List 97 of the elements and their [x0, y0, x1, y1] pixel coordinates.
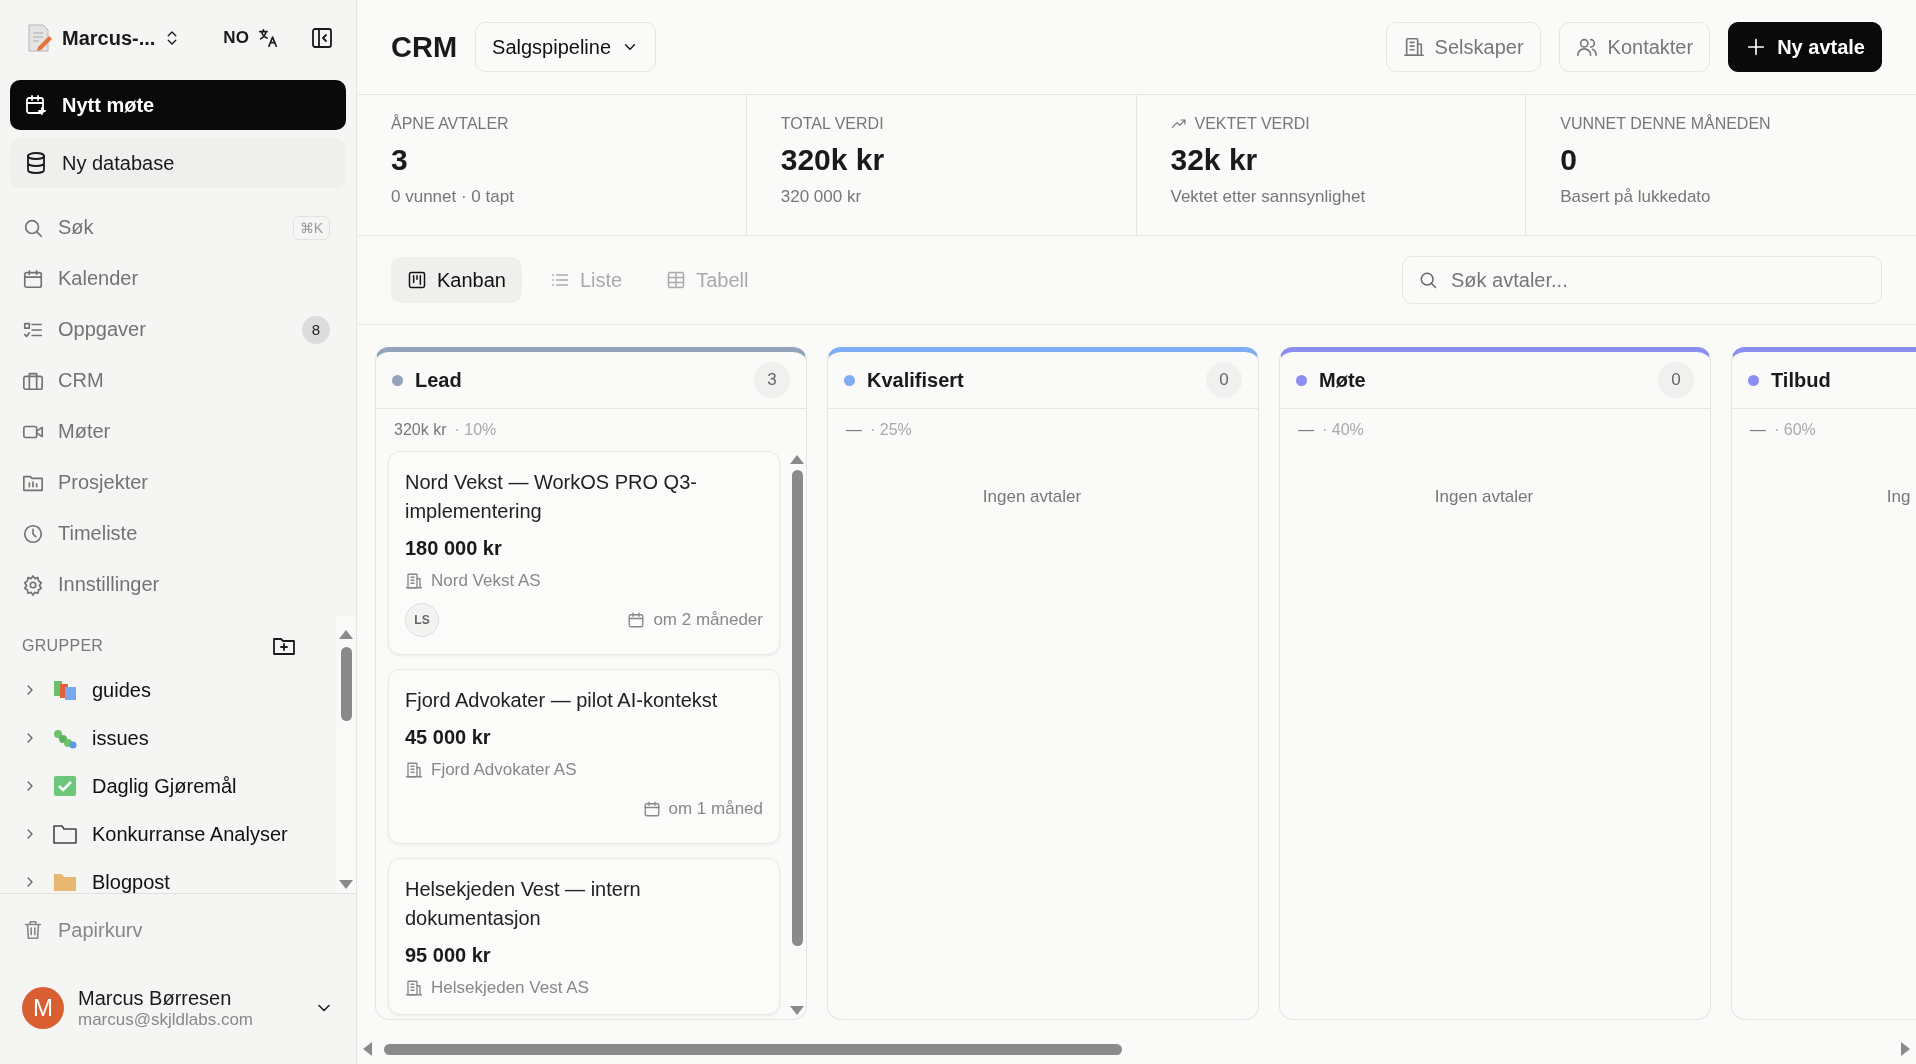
- new-database-button[interactable]: Ny database: [10, 138, 346, 188]
- due-date: om 2 måneder: [653, 610, 763, 630]
- trash-icon: [22, 919, 44, 941]
- calendar-icon: [22, 267, 44, 290]
- language-code[interactable]: NO: [223, 28, 249, 48]
- deal-title: Helsekjeden Vest — intern dokumentasjon: [405, 877, 642, 931]
- column-rate: · 25%: [870, 421, 912, 439]
- shortcut-hint: ⌘K: [292, 215, 330, 240]
- stat-value: 0: [1560, 143, 1578, 177]
- view-tab[interactable]: Kanban: [391, 257, 522, 303]
- group-item[interactable]: Konkurranse Analyser: [0, 810, 336, 858]
- deal-title: Fjord Advokater — pilot AI-kontekst: [405, 688, 719, 713]
- table-icon: [666, 270, 687, 290]
- user-avatar[interactable]: M: [22, 987, 64, 1029]
- stat-label: ÅPNE AVTALER: [391, 115, 509, 133]
- users-icon: [1575, 36, 1598, 58]
- page-title: CRM: [391, 30, 458, 64]
- nav-item[interactable]: Timeliste: [0, 508, 356, 559]
- nav-item[interactable]: Prosjekter: [0, 457, 356, 508]
- calendar-plus-icon: [24, 93, 48, 117]
- group-item[interactable]: Daglig Gjøremål: [0, 762, 336, 810]
- count-badge: 8: [302, 315, 330, 344]
- translate-icon: [256, 27, 279, 49]
- stat-value: 3: [391, 143, 409, 177]
- nav-item[interactable]: Innstillinger: [0, 559, 356, 610]
- column-total: —: [846, 421, 862, 439]
- company-name: Nord Vekst AS: [431, 571, 541, 591]
- checkbox-icon: [52, 774, 78, 798]
- notepad-icon: [26, 23, 54, 53]
- deal-card[interactable]: Nord Vekst — WorkOS PRO Q3-implementering 180 000 kr Nord Vekst AS LS om 2 måneder: [388, 451, 780, 655]
- stat-note: 0 vunnet · 0 tapt: [391, 187, 515, 207]
- database-icon: [24, 151, 48, 175]
- deal-amount: 95 000 kr: [405, 944, 492, 967]
- stat-label: VEKTET VERDI: [1194, 115, 1310, 133]
- column-title: Møte: [1319, 368, 1366, 392]
- user-email: marcus@skjldlabs.com: [78, 1009, 255, 1030]
- section-title: GRUPPER: [22, 637, 104, 655]
- nav-item[interactable]: Oppgaver 8: [0, 304, 356, 355]
- group-item[interactable]: guides: [0, 666, 336, 714]
- settings-icon: [22, 573, 44, 596]
- stat-note: Vektet etter sannsynlighet: [1170, 187, 1367, 207]
- deal-card[interactable]: Helsekjeden Vest — intern dokumentasjon 95 000 kr Helsekjeden Vest AS: [388, 858, 780, 1015]
- empty-message: Ing: [1886, 487, 1911, 506]
- contacts-button[interactable]: Kontakter: [1558, 22, 1711, 72]
- stat-value: 320k kr: [780, 143, 886, 177]
- deal-amount: 180 000 kr: [405, 537, 503, 560]
- scrollbar[interactable]: [336, 616, 356, 893]
- companies-button[interactable]: Selskaper: [1385, 22, 1541, 72]
- group-item[interactable]: Blogpost: [0, 858, 336, 893]
- stat-value: 32k kr: [1170, 143, 1259, 177]
- new-deal-button[interactable]: Ny avtale: [1728, 22, 1882, 72]
- due-date: om 1 måned: [668, 799, 763, 819]
- count-badge: 3: [754, 362, 790, 398]
- deal-card[interactable]: Fjord Advokater — pilot AI-kontekst 45 000 kr Fjord Advokater AS om 1 måned: [388, 669, 780, 844]
- nav-item[interactable]: Søk ⌘K: [0, 202, 356, 253]
- stat-note: 320 000 kr: [780, 187, 863, 207]
- column-title: Kvalifisert: [867, 368, 964, 392]
- sidebar-toggle-icon: [310, 26, 334, 50]
- count-badge: 0: [1206, 362, 1242, 398]
- owner-avatar: LS: [405, 603, 439, 637]
- building-icon: [405, 572, 423, 590]
- company-name: Fjord Advokater AS: [431, 760, 577, 780]
- company-name: Helsekjeden Vest AS: [431, 978, 589, 998]
- deal-amount: 45 000 kr: [405, 726, 492, 749]
- folder-icon: [52, 822, 78, 846]
- stat-label: VUNNET DENNE MÅNEDEN: [1560, 115, 1771, 133]
- group-item[interactable]: issues: [0, 714, 336, 762]
- deal-title: Nord Vekst — WorkOS PRO Q3-implementering: [405, 470, 698, 524]
- stat-note: Basert på lukkedato: [1560, 187, 1712, 207]
- column-total: 320k kr: [394, 421, 447, 439]
- books-icon: [52, 678, 78, 702]
- column-rate: · 40%: [1322, 421, 1364, 439]
- column-rate: · 60%: [1774, 421, 1816, 439]
- column-title: Tilbud: [1771, 368, 1831, 392]
- building-icon: [405, 761, 423, 779]
- calendar-icon: [642, 800, 661, 818]
- stat-label: TOTAL VERDI: [780, 115, 884, 133]
- nav-item[interactable]: Kalender: [0, 253, 356, 304]
- workspace-name[interactable]: Marcus-...: [62, 26, 156, 50]
- clock-icon: [22, 522, 44, 545]
- pipeline-dropdown[interactable]: Salgspipeline: [475, 22, 657, 72]
- empty-message: Ingen avtaler: [982, 487, 1082, 506]
- empty-message: Ingen avtaler: [1434, 487, 1534, 506]
- calendar-icon: [627, 611, 646, 629]
- new-meeting-button[interactable]: Nytt møte: [10, 80, 346, 130]
- search-field[interactable]: Søk avtaler...: [1402, 256, 1882, 304]
- nav-item[interactable]: CRM: [0, 355, 356, 406]
- column-title: Lead: [415, 368, 462, 392]
- kanban-icon: [407, 270, 427, 290]
- user-name: Marcus Børresen: [78, 986, 233, 1010]
- building-icon: [405, 979, 423, 997]
- building-icon: [1402, 36, 1425, 58]
- nav-item[interactable]: Møter: [0, 406, 356, 457]
- count-badge: 0: [1658, 362, 1694, 398]
- column-total: —: [1298, 421, 1314, 439]
- column-total: —: [1750, 421, 1766, 439]
- column-rate: · 10%: [454, 421, 497, 439]
